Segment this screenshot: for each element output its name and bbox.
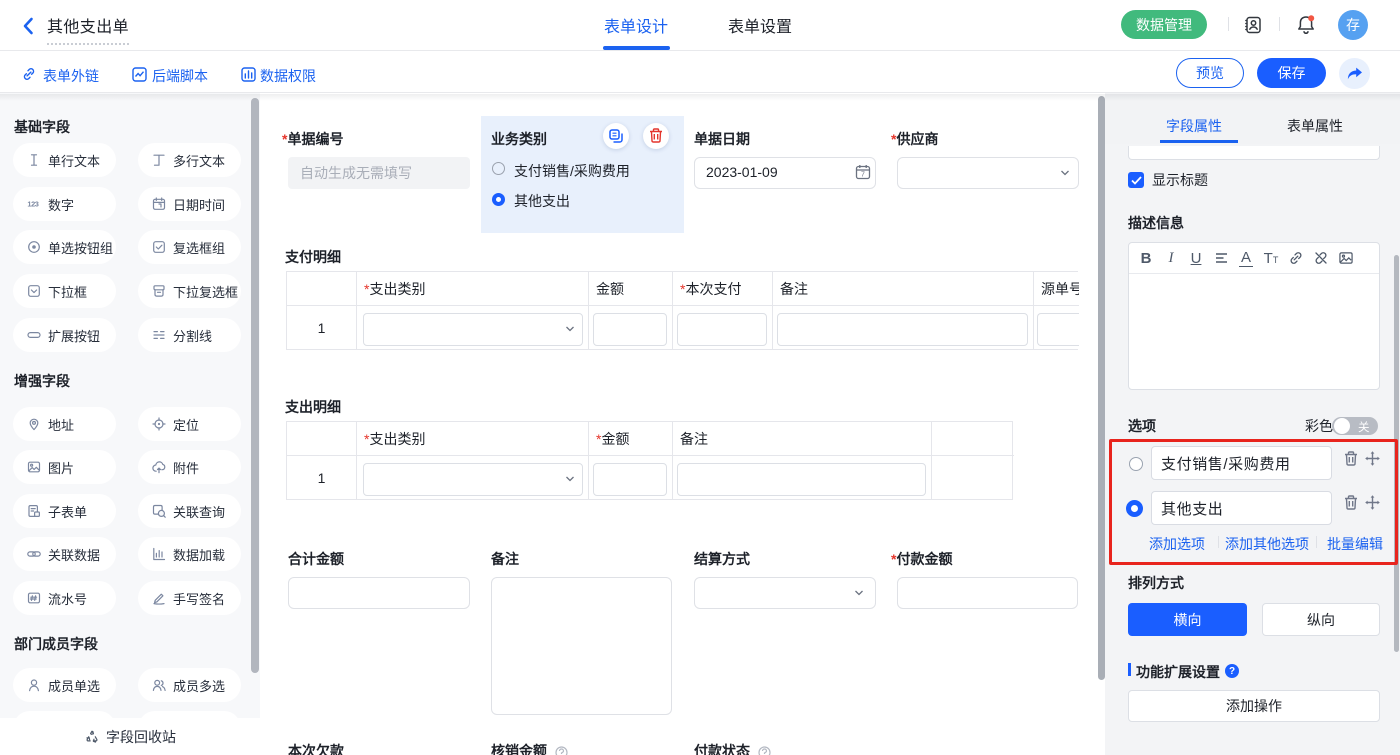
svg-text:7: 7 <box>861 172 865 179</box>
svg-text:123: 123 <box>27 200 38 209</box>
